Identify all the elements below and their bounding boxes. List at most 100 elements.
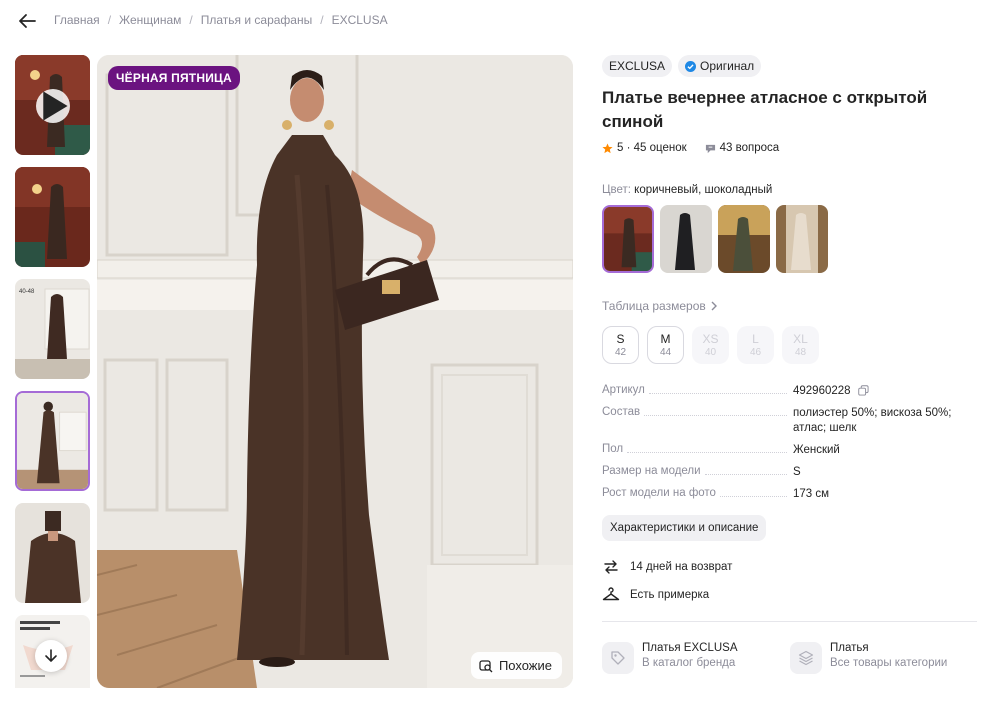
size-option-m[interactable]: M 44 xyxy=(647,326,684,364)
catalog-links: Платья EXCLUSA В каталог бренда Платья В… xyxy=(602,642,980,674)
gallery-thumbnail-video[interactable] xyxy=(15,55,90,155)
color-swatch-beige[interactable] xyxy=(776,205,828,273)
brand-name: EXCLUSA xyxy=(609,59,666,73)
svg-text:40-48: 40-48 xyxy=(19,289,35,295)
spec-key: Пол xyxy=(602,443,624,455)
thumbnail-image xyxy=(17,393,88,489)
hanger-icon xyxy=(602,587,620,601)
perk-text: Есть примерка xyxy=(630,589,710,601)
spec-key: Артикул xyxy=(602,384,645,396)
copy-icon[interactable] xyxy=(858,385,869,397)
size-selector: S 42 M 44 XS 40 L 46 XL 48 xyxy=(602,326,980,364)
spec-row-composition: Состав полиэстер 50%; вискоза 50%; атлас… xyxy=(602,406,980,436)
perk-fitting: Есть примерка xyxy=(602,583,980,607)
tag-icon xyxy=(611,651,625,665)
thumbnail-image xyxy=(15,503,90,603)
size-ru: 44 xyxy=(659,347,672,358)
link-title: Платья xyxy=(830,642,869,654)
breadcrumb-item-brand[interactable]: EXCLUSA xyxy=(332,13,388,27)
top-bar: Главная / Женщинам / Платья и сарафаны /… xyxy=(0,0,991,40)
perk-return: 14 дней на возврат xyxy=(602,555,980,579)
size-ru: 46 xyxy=(749,347,762,358)
perk-text: 14 дней на возврат xyxy=(630,561,733,573)
article-number: 492960228 xyxy=(793,385,851,397)
play-icon xyxy=(43,91,68,121)
color-key: Цвет: xyxy=(602,184,631,196)
breadcrumb-item-women[interactable]: Женщинам xyxy=(119,13,181,27)
size-table-label: Таблица размеров xyxy=(602,299,706,313)
gallery-thumbnail[interactable] xyxy=(15,503,90,603)
arrow-down-icon xyxy=(45,649,57,662)
swatch-image xyxy=(776,205,828,273)
spec-row-gender: Пол Женский xyxy=(602,443,980,458)
original-badge[interactable]: Оригинал xyxy=(678,55,762,77)
questions-icon xyxy=(705,144,715,153)
brand-catalog-link[interactable]: Платья EXCLUSA В каталог бренда xyxy=(602,642,790,674)
rating-text[interactable]: 5 · 45 оценок xyxy=(617,142,687,154)
main-product-image[interactable]: ЧЁРНАЯ ПЯТНИЦА Похожие xyxy=(97,55,573,688)
gallery-thumbnail[interactable] xyxy=(15,167,90,267)
size-option-xs-unavailable: XS 40 xyxy=(692,326,729,364)
spec-value: 173 см xyxy=(793,488,830,500)
link-title: Платья EXCLUSA xyxy=(642,642,738,654)
size-name: XS xyxy=(702,332,719,346)
color-label: Цвет: коричневый, шоколадный xyxy=(602,184,980,196)
spec-row-model-size: Размер на модели S xyxy=(602,465,980,480)
size-table-link[interactable]: Таблица размеров xyxy=(602,299,980,313)
color-swatch-brown[interactable] xyxy=(602,205,654,273)
color-swatch-green[interactable] xyxy=(718,205,770,273)
spec-row-model-height: Рост модели на фото 173 см xyxy=(602,487,980,502)
spec-value: S xyxy=(793,466,801,478)
image-search-icon xyxy=(479,659,493,672)
characteristics-button[interactable]: Характеристики и описание xyxy=(602,515,767,541)
thumbnail-image: 40-48 xyxy=(15,279,90,379)
category-link[interactable]: Платья Все товары категории xyxy=(790,642,978,674)
brand-badge[interactable]: EXCLUSA xyxy=(602,55,673,77)
breadcrumb-item-dresses[interactable]: Платья и сарафаны xyxy=(201,13,312,27)
breadcrumb-item-home[interactable]: Главная xyxy=(54,13,100,27)
color-swatch-black[interactable] xyxy=(660,205,712,273)
breadcrumb-separator: / xyxy=(107,13,112,27)
back-arrow-icon[interactable] xyxy=(16,10,38,32)
link-subtitle: Все товары категории xyxy=(830,657,948,669)
size-ru: 42 xyxy=(614,347,627,358)
link-subtitle: В каталог бренда xyxy=(642,657,736,669)
size-option-l-unavailable: L 46 xyxy=(737,326,774,364)
swatch-image xyxy=(604,207,652,271)
rating-row: 5 · 45 оценок 43 вопроса xyxy=(602,142,980,154)
play-video-button[interactable] xyxy=(36,89,70,123)
gallery-thumbnail-size-chart[interactable]: 40-48 xyxy=(15,279,90,379)
spec-key: Рост модели на фото xyxy=(602,487,716,499)
product-specs: Артикул 492960228 Состав полиэстер 50%; … xyxy=(602,384,980,502)
perks-list: 14 дней на возврат Есть примерка xyxy=(602,555,980,607)
size-name: L xyxy=(752,332,759,346)
product-photo xyxy=(97,55,573,688)
spec-row-article: Артикул 492960228 xyxy=(602,384,980,399)
gallery-thumbnail-selected[interactable] xyxy=(15,391,90,491)
similar-items-button[interactable]: Похожие xyxy=(470,652,562,679)
divider xyxy=(602,621,977,622)
star-icon xyxy=(602,142,613,153)
spec-value: полиэстер 50%; вискоза 50%; атлас; шелк xyxy=(793,407,952,434)
questions-count[interactable]: 43 вопроса xyxy=(720,142,780,154)
product-title: Платье вечернее атласное с открытой спин… xyxy=(602,88,928,131)
size-option-s[interactable]: S 42 xyxy=(602,326,639,364)
swatch-image xyxy=(660,205,712,273)
size-option-xl-unavailable: XL 48 xyxy=(782,326,819,364)
spec-key: Размер на модели xyxy=(602,465,701,477)
layers-icon-wrap xyxy=(790,642,822,674)
brand-row: EXCLUSA Оригинал xyxy=(602,55,980,77)
spec-value: Женский xyxy=(793,444,840,456)
layers-icon xyxy=(798,650,814,666)
size-name: XL xyxy=(793,332,808,346)
scroll-down-button[interactable] xyxy=(35,640,67,672)
breadcrumb: Главная / Женщинам / Платья и сарафаны /… xyxy=(54,13,388,27)
size-name: S xyxy=(616,332,625,346)
verified-check-icon xyxy=(685,60,697,72)
breadcrumb-separator: / xyxy=(189,13,193,27)
similar-items-label: Похожие xyxy=(498,658,552,673)
size-ru: 40 xyxy=(704,347,717,358)
spec-key: Состав xyxy=(602,406,641,418)
chevron-right-icon xyxy=(711,301,717,311)
size-ru: 48 xyxy=(794,347,807,358)
